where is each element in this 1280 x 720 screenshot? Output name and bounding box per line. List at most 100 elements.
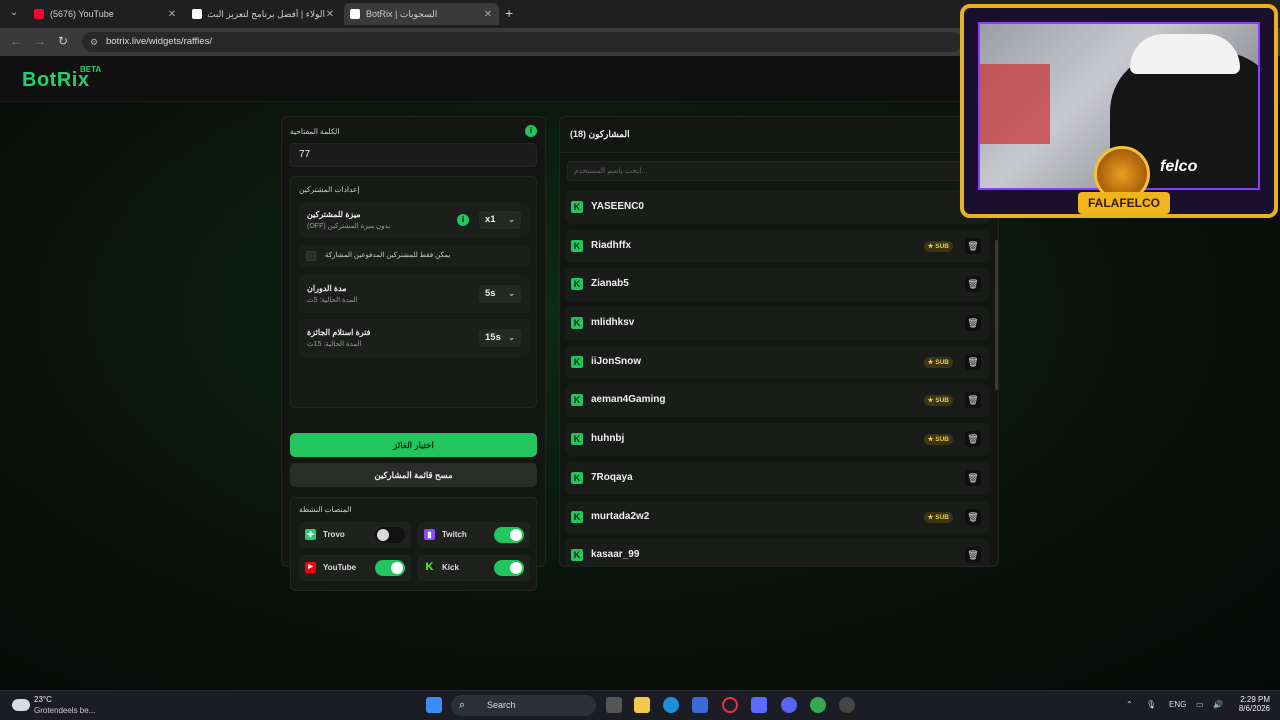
edge-icon[interactable] bbox=[663, 697, 679, 713]
participant-name: Zianab5 bbox=[591, 278, 629, 290]
platform-name: Kick bbox=[442, 563, 459, 572]
forward-icon[interactable]: → bbox=[34, 34, 46, 48]
spin-duration-value: 5s bbox=[485, 288, 496, 299]
tray-chevron-up-icon[interactable]: ⌃ bbox=[1126, 700, 1133, 709]
close-tab-icon[interactable]: ✕ bbox=[325, 9, 335, 20]
youtube-icon: ▶ bbox=[305, 562, 316, 573]
trovo-toggle[interactable] bbox=[375, 527, 405, 543]
botrix-favicon-icon bbox=[192, 9, 202, 19]
reload-icon[interactable]: ↻ bbox=[58, 34, 68, 48]
info-icon[interactable]: i bbox=[525, 125, 537, 137]
list-item: K murtada2w2 ★ SUB 🗑 bbox=[565, 500, 989, 534]
kick-icon: K bbox=[571, 201, 583, 213]
trash-icon[interactable]: 🗑 bbox=[965, 237, 981, 254]
kick-icon: K bbox=[571, 394, 583, 407]
pick-winner-button[interactable]: اختيار الفائز bbox=[290, 433, 537, 457]
sub-label: SUB bbox=[935, 436, 949, 444]
weather-cloud-icon[interactable] bbox=[12, 699, 30, 711]
windows-start-icon[interactable] bbox=[426, 697, 442, 713]
trash-icon[interactable]: 🗑 bbox=[965, 315, 981, 332]
trash-icon[interactable]: 🗑 bbox=[965, 508, 981, 525]
raffle-settings-panel: الكلمة المفتاحية i 77 إعدادات المشتركين … bbox=[281, 116, 546, 591]
url-field[interactable]: ⚙ botrix.live/widgets/raffles/ bbox=[82, 32, 962, 52]
sub-multiplier-select[interactable]: x1 ⌄ bbox=[479, 211, 521, 229]
only-subs-checkbox[interactable] bbox=[306, 251, 316, 261]
sub-badge: ★ SUB bbox=[923, 356, 953, 368]
youtube-toggle[interactable] bbox=[375, 560, 405, 576]
close-tab-icon[interactable]: ✕ bbox=[167, 9, 177, 20]
tab-search-chevron-icon[interactable]: ⌄ bbox=[6, 5, 22, 21]
claim-period-row: فترة استلام الجائزة المدة الحالية: 15ث 1… bbox=[299, 319, 530, 357]
tab-title: الولاء | أفضل برنامج لتعزيز البث bbox=[208, 8, 325, 19]
sub-label: SUB bbox=[935, 242, 949, 250]
clock[interactable]: 2:29 PM 8/6/2026 bbox=[1228, 695, 1270, 713]
task-view-icon[interactable] bbox=[606, 697, 622, 713]
new-tab-icon[interactable]: + bbox=[505, 5, 513, 21]
app-icon[interactable] bbox=[751, 697, 767, 713]
claim-period-select[interactable]: 15s ⌄ bbox=[479, 329, 521, 347]
network-icon[interactable]: ▭ bbox=[1196, 700, 1204, 709]
microphone-icon[interactable]: 🎙 bbox=[1146, 700, 1156, 709]
list-item: K Zianab5 🗑 bbox=[565, 268, 989, 302]
taskbar-search[interactable]: ⌕ Search bbox=[451, 695, 596, 716]
back-icon[interactable]: ← bbox=[10, 34, 22, 48]
search-label: Search bbox=[487, 700, 516, 710]
participant-name: iiJonSnow bbox=[591, 355, 641, 367]
spin-duration-subtitle: المدة الحالية: 5ث bbox=[307, 297, 358, 304]
store-icon[interactable] bbox=[692, 697, 708, 713]
kick-icon: K bbox=[571, 355, 583, 368]
sub-badge: ★ SUB bbox=[923, 395, 953, 407]
falafelco-brand: FALAFELCO bbox=[1078, 192, 1170, 214]
file-explorer-icon[interactable] bbox=[634, 697, 650, 713]
obs-icon[interactable] bbox=[839, 697, 855, 713]
spin-duration-row: مدة الدوران المدة الحالية: 5ث 5s ⌄ bbox=[299, 275, 530, 313]
opera-icon[interactable] bbox=[722, 697, 738, 713]
youtube-favicon-icon bbox=[34, 9, 44, 19]
site-info-icon[interactable]: ⚙ bbox=[90, 32, 98, 52]
list-item: K iiJonSnow ★ SUB 🗑 bbox=[565, 345, 989, 379]
participant-name: huhnbj bbox=[591, 433, 625, 445]
trash-icon[interactable]: 🗑 bbox=[965, 276, 981, 293]
trash-icon[interactable]: 🗑 bbox=[965, 353, 981, 370]
platform-name: Twitch bbox=[442, 530, 467, 539]
tab-raffles[interactable]: BotRix | السحوبات ✕ bbox=[344, 3, 499, 25]
url-text: botrix.live/widgets/raffles/ bbox=[106, 36, 212, 47]
chrome-icon[interactable] bbox=[810, 697, 826, 713]
sub-badge: ★ SUB bbox=[923, 511, 953, 523]
trash-icon[interactable]: 🗑 bbox=[965, 431, 981, 448]
participant-search-input[interactable]: ...ابحث باسم المستخدم bbox=[567, 161, 987, 181]
sub-feature-title: ميزة للمشتركين bbox=[307, 210, 361, 219]
sub-multiplier-value: x1 bbox=[485, 214, 496, 225]
trash-icon[interactable]: 🗑 bbox=[965, 469, 981, 486]
twitch-toggle[interactable] bbox=[494, 527, 524, 543]
language-indicator[interactable]: ENG bbox=[1169, 700, 1186, 709]
platform-trovo: ✚ Trovo bbox=[299, 522, 411, 548]
list-item: K Riadhffx ★ SUB 🗑 bbox=[565, 229, 989, 263]
weather-temperature[interactable]: 23°C bbox=[34, 695, 52, 704]
participant-name: kasaar_99 bbox=[591, 549, 640, 561]
trash-icon[interactable]: 🗑 bbox=[965, 392, 981, 409]
spin-duration-select[interactable]: 5s ⌄ bbox=[479, 285, 521, 303]
clock-date: 8/6/2026 bbox=[1238, 704, 1270, 713]
weather-description[interactable]: Grotendeels be... bbox=[34, 706, 95, 715]
participant-name: aeman4Gaming bbox=[591, 394, 666, 406]
clear-participants-button[interactable]: مسح قائمة المشاركين bbox=[290, 463, 537, 487]
participant-name: 7Roqaya bbox=[591, 471, 633, 483]
keyword-input[interactable]: 77 bbox=[290, 143, 537, 167]
tab-loyalty[interactable]: الولاء | أفضل برنامج لتعزيز البث ✕ bbox=[186, 3, 341, 25]
taskbar: 23°C Grotendeels be... ⌕ Search ⌃ 🎙 ENG … bbox=[0, 690, 1280, 720]
active-platforms-box: المنصات النشطة ✚ Trovo ▮ Twitch ▶ YouTub… bbox=[290, 497, 537, 591]
kick-toggle[interactable] bbox=[494, 560, 524, 576]
only-subs-label: يمكن فقط للمشتركين المدفوعين المشاركة bbox=[325, 252, 451, 259]
info-icon[interactable]: i bbox=[457, 214, 469, 226]
volume-icon[interactable]: 🔊 bbox=[1213, 700, 1223, 709]
clock-time: 2:29 PM bbox=[1240, 695, 1270, 704]
beta-badge: BETA bbox=[80, 65, 102, 74]
participants-scrollbar[interactable] bbox=[995, 240, 998, 390]
trovo-icon: ✚ bbox=[305, 529, 316, 540]
discord-icon[interactable] bbox=[781, 697, 797, 713]
platform-name: Trovo bbox=[323, 530, 345, 539]
tab-youtube[interactable]: (5676) YouTube ✕ bbox=[28, 3, 183, 25]
trash-icon[interactable]: 🗑 bbox=[965, 547, 981, 564]
close-tab-icon[interactable]: ✕ bbox=[483, 9, 493, 20]
